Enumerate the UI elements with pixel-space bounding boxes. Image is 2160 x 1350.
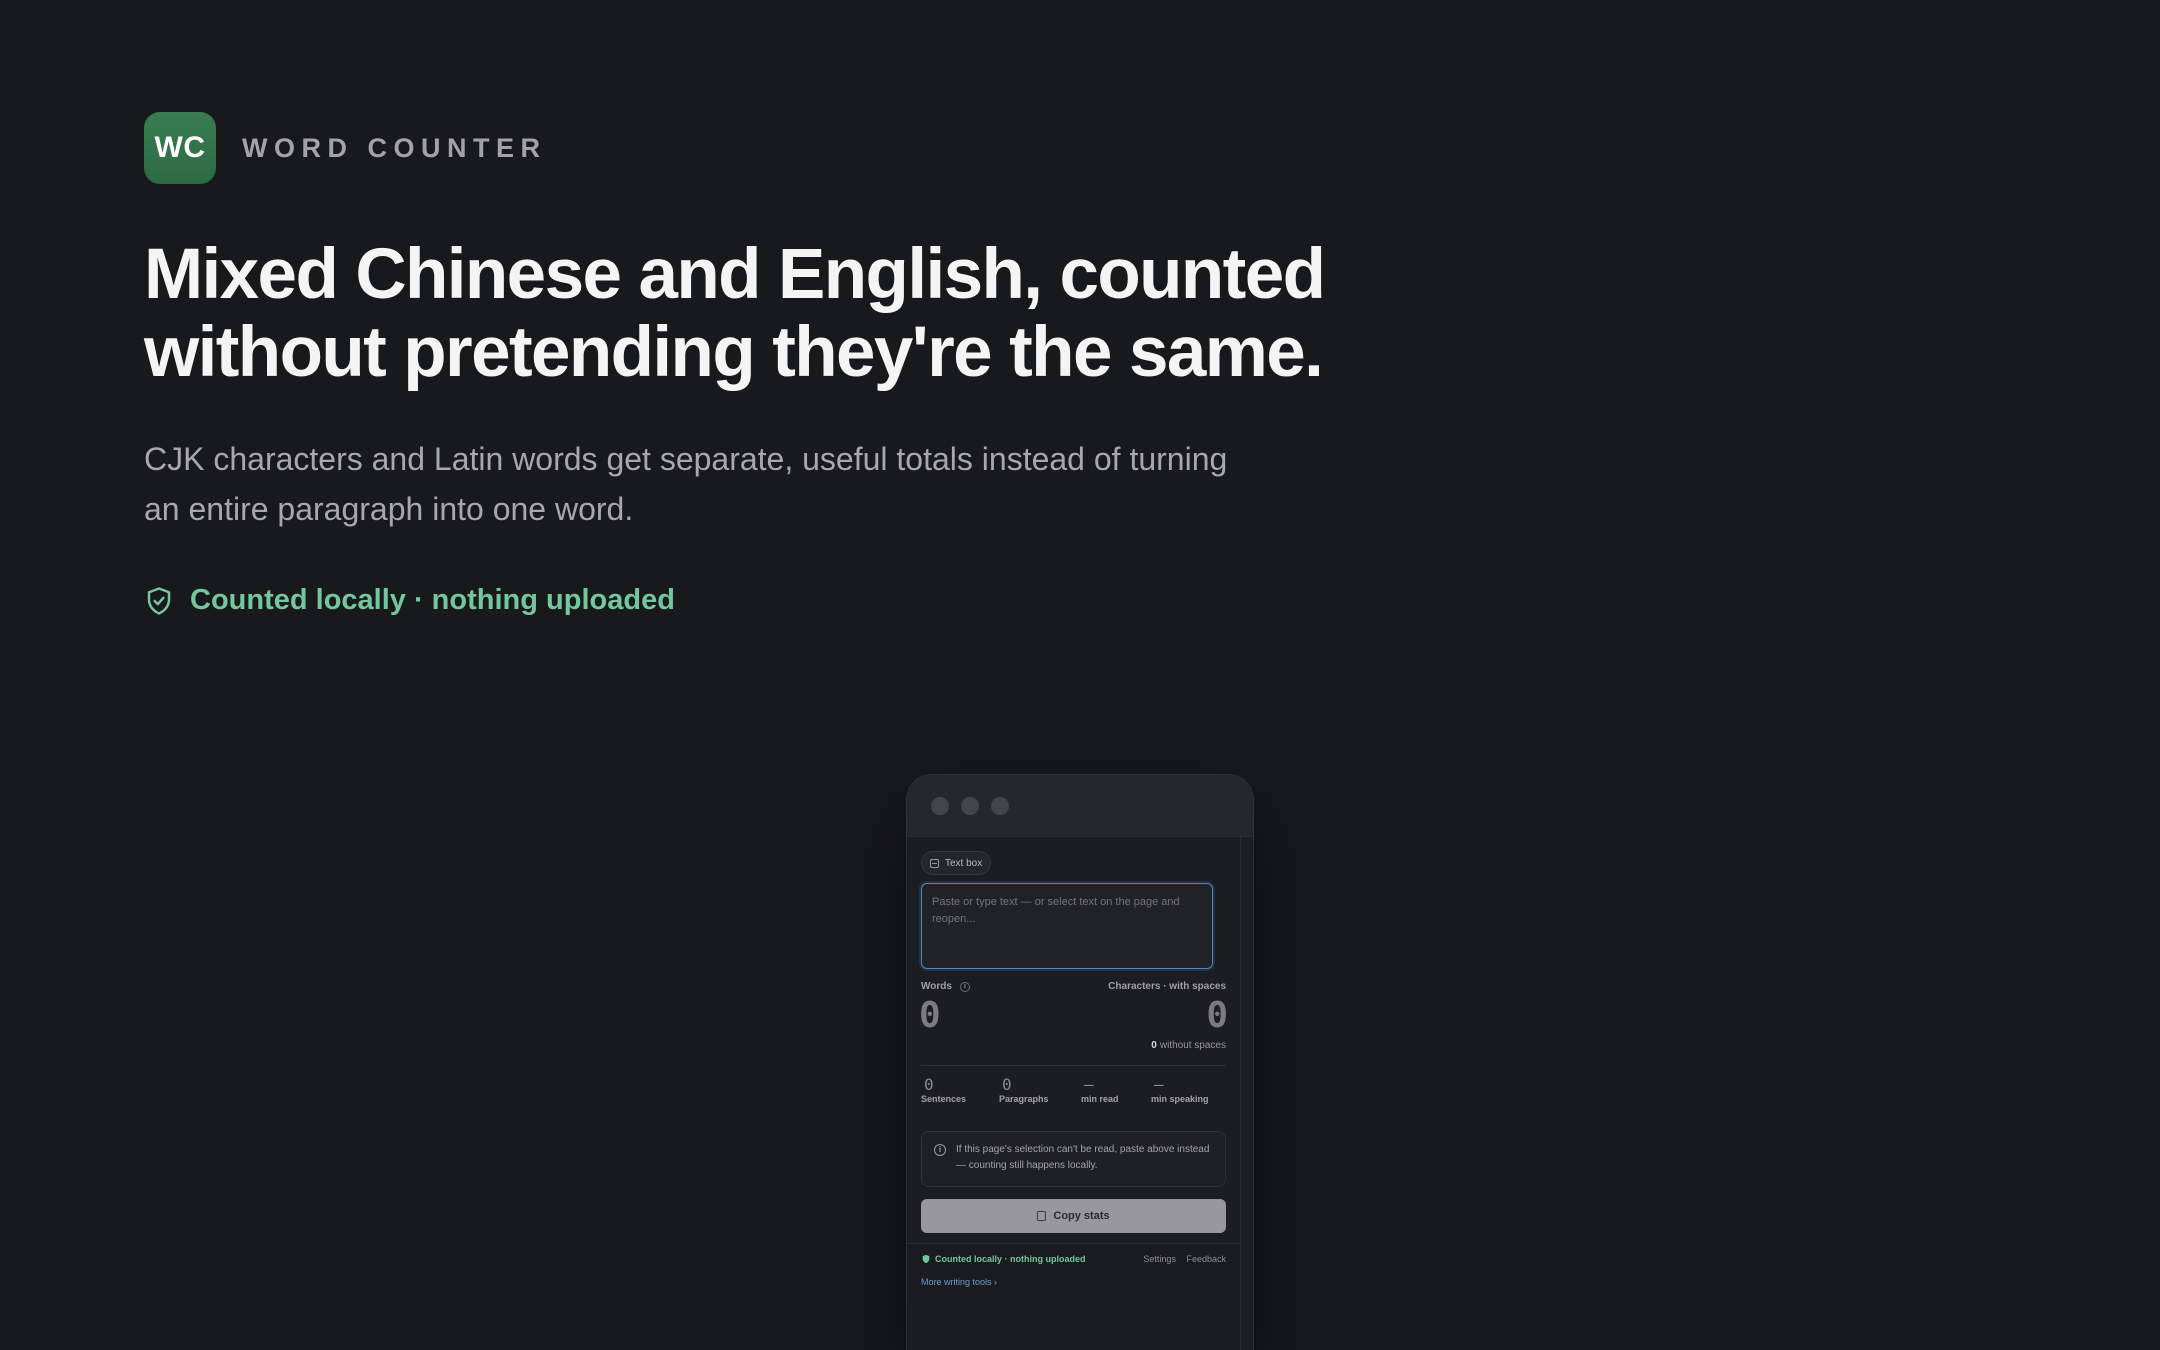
settings-link[interactable]: Settings (1143, 1254, 1176, 1264)
source-chip-text-box[interactable]: Text box (921, 851, 992, 875)
characters-label: Characters · with spaces (1108, 981, 1226, 992)
subline: CJK characters and Latin words get separ… (144, 441, 1228, 527)
footer-local-note: Counted locally · nothing uploaded (921, 1254, 1086, 1264)
words-label: Words (921, 981, 952, 992)
hint-text: If this page's selection can't be read, … (956, 1144, 1210, 1171)
characters-without-spaces: 0 without spaces (1151, 1040, 1226, 1051)
stat-sentences: 0 Sentences (921, 1075, 966, 1104)
shield-check-icon (147, 586, 171, 615)
window-minimize-dot[interactable] (961, 796, 979, 815)
stat-label: Sentences (921, 1094, 967, 1104)
info-icon[interactable]: i (959, 981, 970, 992)
window-maximize-dot[interactable] (991, 796, 1009, 815)
stat-min-read: — min read (1081, 1075, 1119, 1104)
window-close-dot[interactable] (931, 796, 949, 815)
stat-value: 0 (1002, 1075, 1012, 1094)
character-count: 0 (1206, 995, 1228, 1036)
words-label-row: Words i (921, 981, 970, 992)
stat-min-speaking: — min speaking (1151, 1075, 1209, 1104)
local-privacy-text: Counted locally · nothing uploaded (190, 584, 675, 616)
stat-value: 0 (924, 1075, 934, 1094)
source-chip-label: Text box (945, 857, 983, 869)
without-spaces-label: without spaces (1159, 1040, 1226, 1051)
secondary-stats: 0 Sentences 0 Paragraphs — min read — mi… (921, 1075, 1226, 1115)
text-input[interactable] (921, 883, 1213, 969)
window-titlebar (907, 775, 1253, 837)
shield-icon (922, 1254, 930, 1264)
popup-footer: Counted locally · nothing uploaded Setti… (907, 1243, 1240, 1305)
text-box-icon (930, 858, 939, 868)
stat-value: — (1154, 1075, 1164, 1094)
stat-label: min read (1081, 1094, 1119, 1104)
copy-stats-button[interactable]: Copy stats (921, 1199, 1226, 1233)
stat-label: Paragraphs (999, 1094, 1049, 1104)
word-counter-popup: Text box Words i Characters · with space… (907, 837, 1241, 1350)
divider (921, 1065, 1226, 1066)
headline: Mixed Chinese and English, counted witho… (144, 235, 1326, 392)
local-privacy-note: Counted locally · nothing uploaded (144, 584, 675, 617)
copy-stats-label: Copy stats (1053, 1210, 1110, 1222)
without-spaces-count: 0 (1151, 1040, 1157, 1051)
selection-hint: i If this page's selection can't be read… (921, 1131, 1226, 1187)
word-count: 0 (919, 995, 941, 1036)
copy-icon (1037, 1211, 1047, 1221)
app-logo: WC (144, 112, 216, 184)
more-writing-tools-link[interactable]: More writing tools › (921, 1277, 997, 1287)
brand-name: WORD COUNTER (242, 132, 547, 163)
stat-paragraphs: 0 Paragraphs (999, 1075, 1049, 1104)
footer-links: Settings Feedback (1135, 1254, 1226, 1264)
footer-local-text: Counted locally · nothing uploaded (935, 1254, 1086, 1264)
stat-value: — (1084, 1075, 1094, 1094)
stat-label: min speaking (1151, 1094, 1209, 1104)
brand: WC WORD COUNTER (144, 112, 546, 184)
extension-window: Text box Words i Characters · with space… (906, 774, 1254, 1350)
info-circle-icon: i (934, 1144, 946, 1156)
feedback-link[interactable]: Feedback (1186, 1254, 1226, 1264)
